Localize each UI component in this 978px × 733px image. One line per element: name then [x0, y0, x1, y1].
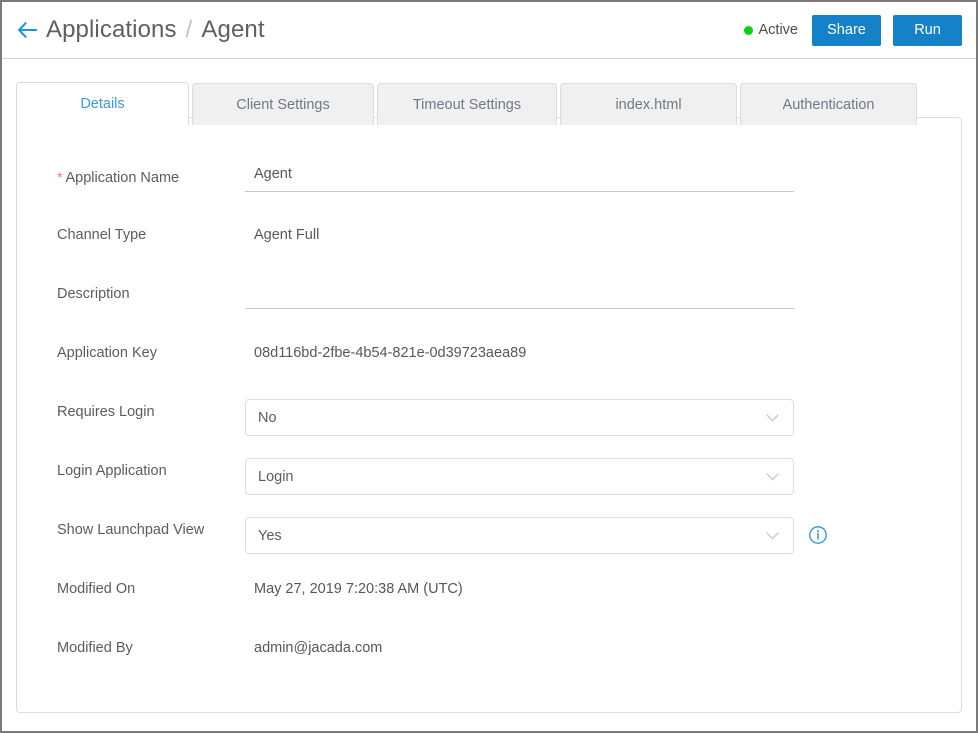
run-button[interactable]: Run [893, 14, 962, 46]
label-modified-on: Modified On [57, 581, 136, 597]
breadcrumb: Applications / Agent [46, 16, 265, 44]
application-name-input[interactable] [245, 164, 794, 192]
field-channel-type: Agent Full [245, 222, 961, 245]
required-asterisk: * [57, 169, 63, 185]
arrow-left-icon [16, 21, 38, 39]
tab-client-settings[interactable]: Client Settings [192, 83, 374, 125]
login-application-select[interactable]: Login [245, 458, 794, 495]
form-row-application-name: * Application Name [17, 164, 961, 222]
page-header: Applications / Agent Active Share Run [2, 2, 976, 59]
label-application-name: * Application Name [57, 169, 180, 186]
label-show-launchpad-view: Show Launchpad View [57, 522, 205, 538]
form-row-show-launchpad-view: Show Launchpad View Yes [17, 517, 961, 576]
description-input[interactable] [245, 281, 794, 309]
field-show-launchpad-view: Yes [245, 517, 961, 554]
form-row-description: Description [17, 281, 961, 340]
tab-index-html[interactable]: index.html [560, 83, 737, 125]
show-launchpad-view-select[interactable]: Yes [245, 517, 794, 554]
tab-bar-wrapper: Details Client Settings Timeout Settings… [2, 59, 976, 126]
requires-login-select[interactable]: No [245, 399, 794, 436]
label-application-key: Application Key [57, 345, 157, 361]
tab-details[interactable]: Details [16, 82, 189, 126]
application-details-window: Applications / Agent Active Share Run De… [0, 0, 978, 733]
share-button[interactable]: Share [812, 14, 881, 46]
label-login-application: Login Application [57, 463, 167, 479]
show-launchpad-view-value: Yes [258, 527, 282, 544]
back-button[interactable] [14, 17, 40, 43]
field-modified-by: admin@jacada.com [245, 635, 961, 658]
label-requires-login: Requires Login [57, 404, 155, 420]
field-modified-on: May 27, 2019 7:20:38 AM (UTC) [245, 576, 961, 599]
chevron-down-icon [766, 527, 779, 545]
form-row-modified-by: Modified By admin@jacada.com [17, 635, 961, 694]
form-row-application-key: Application Key 08d116bd-2fbe-4b54-821e-… [17, 340, 961, 399]
modified-by-value: admin@jacada.com [254, 640, 383, 656]
field-requires-login: No [245, 399, 961, 436]
tab-timeout-settings[interactable]: Timeout Settings [377, 83, 557, 125]
breadcrumb-current-agent: Agent [201, 16, 265, 43]
field-description [245, 281, 961, 309]
label-description: Description [57, 286, 130, 302]
login-application-value: Login [258, 468, 294, 485]
tab-authentication[interactable]: Authentication [740, 83, 917, 125]
modified-on-value: May 27, 2019 7:20:38 AM (UTC) [254, 581, 463, 597]
chevron-down-icon [766, 468, 779, 486]
info-circle-icon[interactable] [808, 525, 828, 545]
field-application-name [245, 164, 961, 192]
field-login-application: Login [245, 458, 961, 495]
form-row-modified-on: Modified On May 27, 2019 7:20:38 AM (UTC… [17, 576, 961, 635]
chevron-down-icon [766, 409, 779, 427]
label-channel-type: Channel Type [57, 227, 147, 243]
status-label: Active [758, 22, 799, 38]
status-dot-icon [743, 25, 753, 35]
form-row-login-application: Login Application Login [17, 458, 961, 517]
form-row-requires-login: Requires Login No [17, 399, 961, 458]
requires-login-value: No [258, 409, 277, 426]
channel-type-value: Agent Full [254, 227, 320, 243]
application-key-value: 08d116bd-2fbe-4b54-821e-0d39723aea89 [254, 345, 527, 361]
field-application-key: 08d116bd-2fbe-4b54-821e-0d39723aea89 [245, 340, 961, 363]
breadcrumb-separator: / [185, 16, 193, 43]
form-row-channel-type: Channel Type Agent Full [17, 222, 961, 281]
tab-bar: Details Client Settings Timeout Settings… [16, 80, 962, 126]
label-modified-by: Modified By [57, 640, 133, 656]
status-badge: Active [743, 22, 799, 38]
breadcrumb-applications[interactable]: Applications [46, 16, 177, 44]
details-panel: *Application Name Channel Type Agent Ful… [16, 117, 962, 713]
header-actions: Active Share Run [743, 14, 962, 46]
details-form: *Application Name Channel Type Agent Ful… [17, 118, 961, 694]
